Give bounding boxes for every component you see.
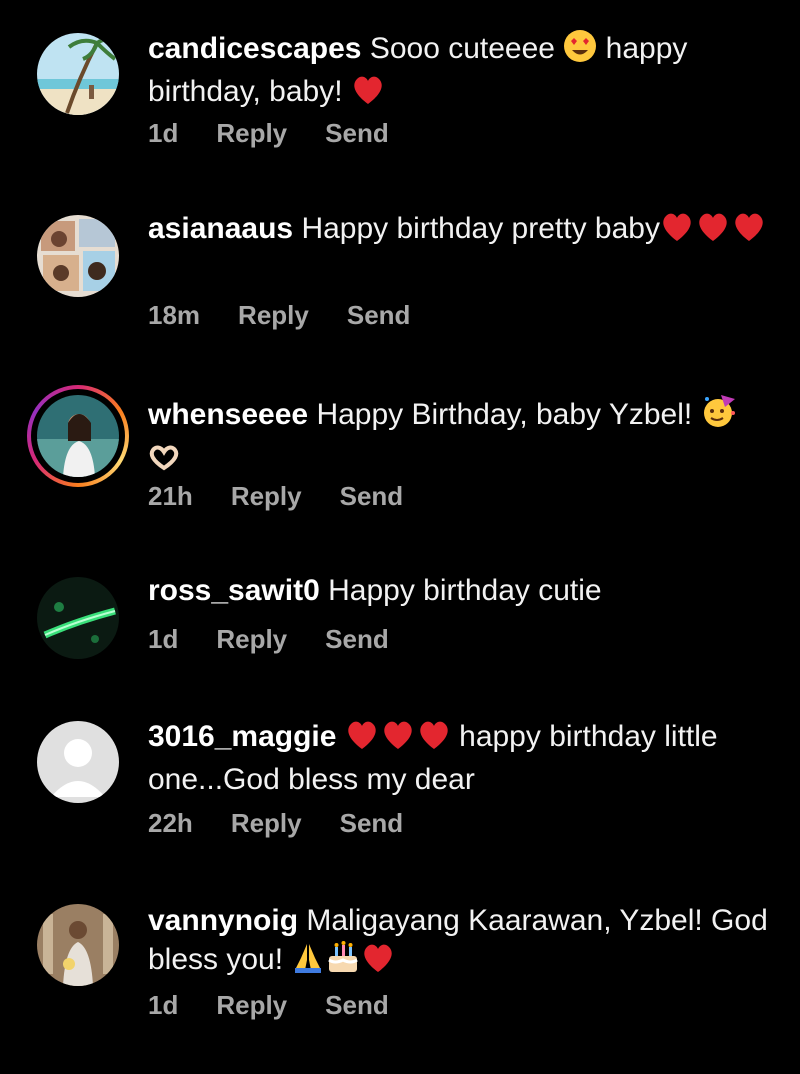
comment-username[interactable]: ross_sawit0 [148,574,320,607]
send-button[interactable]: Send [340,808,404,839]
comment-body: vannynoig Maligayang Kaarawan, Yzbel! Go… [148,902,773,984]
comment-text: Happy birthday cutie [328,574,602,607]
comment-body: candicescapes Sooo cuteeee happy birthda… [148,29,773,116]
comment-username[interactable]: vannynoig [148,904,298,937]
folded-hands-emoji-icon [291,940,325,984]
comment-meta: 1d Reply Send [148,118,389,149]
reply-button[interactable]: Reply [216,990,287,1021]
comment-username[interactable]: 3016_maggie [148,720,336,753]
avatar[interactable] [37,577,119,659]
reply-button[interactable]: Reply [231,481,302,512]
comment-meta: 1d Reply Send [148,990,389,1021]
default-user-avatar-icon [37,721,119,803]
birthday-cake-emoji-icon [325,940,361,984]
red-heart-emoji-icon [361,942,395,984]
avatar [37,395,119,477]
red-heart-emoji-icon [417,719,451,761]
reply-button[interactable]: Reply [216,624,287,655]
avatar-story-ring[interactable] [27,385,129,487]
send-button[interactable]: Send [325,118,389,149]
comment-timestamp: 1d [148,990,179,1020]
comment-text: Sooo cuteeee [369,32,564,65]
red-heart-emoji-icon [694,211,732,253]
send-button[interactable]: Send [347,300,411,331]
comment-username[interactable]: candicescapes [148,32,361,65]
comment-text: Happy birthday pretty baby [301,212,660,245]
comment-body: whenseeee Happy Birthday, baby Yzbel! [148,393,773,482]
comment-timestamp: 18m [148,300,201,330]
red-heart-emoji-icon [351,74,385,116]
avatar[interactable] [37,721,119,803]
send-button[interactable]: Send [325,990,389,1021]
avatar[interactable] [37,215,119,297]
reply-button[interactable]: Reply [238,300,309,331]
partying-face-emoji-icon [701,393,737,439]
comment-timestamp: 1d [148,118,179,148]
comment-meta: 1d Reply Send [148,624,389,655]
comment-username[interactable]: asianaaus [148,212,293,245]
comment-meta: 22h Reply Send [148,808,403,839]
comment-meta: 18m Reply Send [148,300,410,331]
beach-photo-avatar-icon [37,33,119,115]
avatar[interactable] [37,33,119,115]
portrait-photo-avatar-icon [37,395,119,477]
heart-hands-emoji-icon [148,444,180,482]
reply-button[interactable]: Reply [216,118,287,149]
heart-eyes-emoji-icon [563,29,597,73]
send-button[interactable]: Send [340,481,404,512]
comment-username[interactable]: whenseeee [148,398,308,431]
church-photo-avatar-icon [37,904,119,986]
red-heart-emoji-icon [660,211,694,253]
red-heart-emoji-icon [345,719,379,761]
red-heart-emoji-icon [732,211,766,253]
comment-body: ross_sawit0 Happy birthday cutie [148,572,773,610]
comment-body: 3016_maggie happy birthday little one...… [148,718,773,799]
avatar[interactable] [37,904,119,986]
red-heart-emoji-icon [379,719,417,761]
comment-timestamp: 21h [148,481,193,511]
comment-timestamp: 22h [148,808,193,838]
collage-photo-avatar-icon [37,215,119,297]
reply-button[interactable]: Reply [231,808,302,839]
comment-meta: 21h Reply Send [148,481,403,512]
comment-text: Happy Birthday, baby Yzbel! [316,398,701,431]
comment-body: asianaaus Happy birthday pretty baby [148,210,773,253]
comment-timestamp: 1d [148,624,179,654]
green-light-photo-avatar-icon [37,577,119,659]
send-button[interactable]: Send [325,624,389,655]
